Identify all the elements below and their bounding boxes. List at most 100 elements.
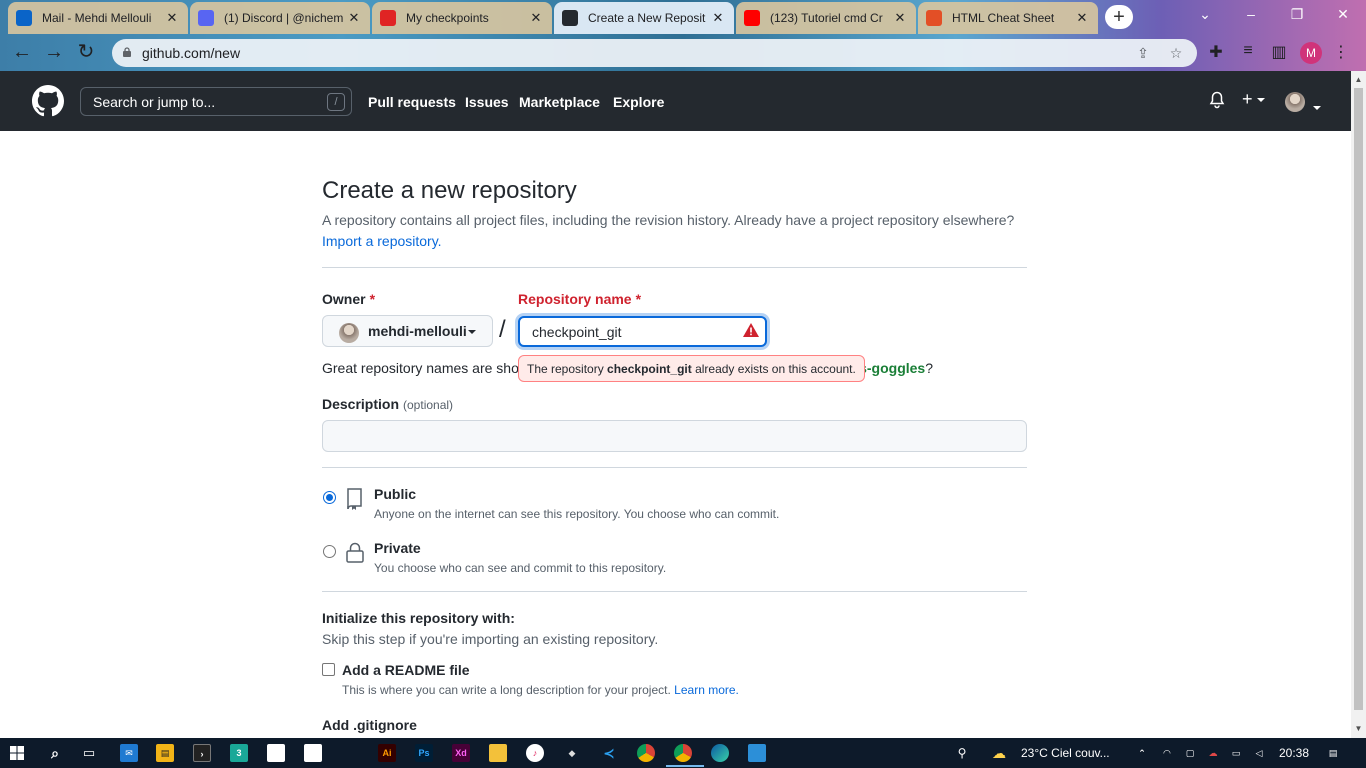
learn-more-link[interactable]: Learn more. [674, 683, 739, 697]
close-tab-icon[interactable]: ✕ [892, 10, 908, 26]
weather-icon[interactable]: ☁ [990, 744, 1008, 762]
nav-pull-requests[interactable]: Pull requests [368, 94, 456, 110]
user-menu-caret-icon[interactable] [1309, 99, 1321, 115]
divider [322, 591, 1027, 592]
clock-time[interactable]: 20:38 [1279, 746, 1309, 760]
share-icon[interactable]: ⇪ [1134, 45, 1152, 63]
private-radio[interactable] [323, 545, 336, 558]
reload-button[interactable]: ↻ [74, 41, 98, 65]
forward-button[interactable]: → [42, 41, 66, 65]
subtitle-text: A repository contains all project files,… [322, 212, 1015, 228]
browser-tab[interactable]: My checkpoints ✕ [372, 2, 552, 34]
create-new-menu[interactable]: + [1242, 89, 1265, 110]
description-input[interactable] [322, 420, 1027, 452]
volume-icon[interactable]: ◁ [1250, 744, 1268, 762]
windows-start-icon[interactable] [10, 746, 24, 760]
browser-tab[interactable]: HTML Cheat Sheet ✕ [918, 2, 1098, 34]
browser-profile-avatar[interactable]: M [1300, 42, 1322, 64]
nav-marketplace[interactable]: Marketplace [519, 94, 600, 110]
search-input[interactable]: Search or jump to... / [80, 87, 352, 116]
extensions-icon[interactable]: ✚ [1205, 42, 1227, 64]
notifications-bell-icon[interactable] [1209, 91, 1225, 109]
initialize-subtext: Skip this step if you're importing an ex… [322, 631, 659, 647]
side-panel-icon[interactable]: ▥ [1268, 42, 1290, 64]
bookmark-star-icon[interactable]: ☆ [1167, 45, 1185, 63]
close-tab-icon[interactable]: ✕ [164, 10, 180, 26]
owner-label: Owner * [322, 291, 376, 307]
meet-icon[interactable]: ▢ [1181, 744, 1199, 762]
weather-text[interactable]: 23°C Ciel couv... [1021, 746, 1110, 760]
chrome-icon[interactable] [674, 744, 692, 762]
scroll-down-icon[interactable]: ▼ [1354, 724, 1363, 733]
close-tab-icon[interactable]: ✕ [528, 10, 544, 26]
itunes-icon[interactable]: ♪ [526, 744, 544, 762]
search-shortcut-badge: / [327, 93, 345, 111]
keyboard-icon[interactable]: ▭ [1227, 744, 1245, 762]
vscode-icon[interactable]: ≺ [600, 744, 618, 762]
restore-button[interactable]: ❐ [1282, 6, 1312, 26]
wifi-icon[interactable]: ◠ [1158, 744, 1176, 762]
nav-issues[interactable]: Issues [465, 94, 509, 110]
user-avatar[interactable] [1285, 92, 1305, 112]
lock-icon [346, 542, 364, 563]
browser-tab[interactable]: (1) Discord | @nichem ✕ [190, 2, 370, 34]
illustrator-icon[interactable]: Ai [378, 744, 396, 762]
scroll-up-icon[interactable]: ▲ [1354, 75, 1363, 84]
edge-icon[interactable] [711, 744, 729, 762]
file-icon[interactable] [267, 744, 285, 762]
tab-search-icon[interactable]: ⌄ [1190, 6, 1220, 26]
app-icon[interactable]: 3 [230, 744, 248, 762]
file-icon[interactable] [304, 744, 322, 762]
file-explorer-icon[interactable] [489, 744, 507, 762]
xd-icon[interactable]: Xd [452, 744, 470, 762]
nav-explore[interactable]: Explore [613, 94, 664, 110]
onedrive-icon[interactable]: ☁ [1204, 744, 1222, 762]
add-readme-checkbox[interactable] [322, 663, 335, 676]
media-icon[interactable]: ≡ [1237, 42, 1259, 64]
owner-dropdown[interactable]: mehdi-mellouli [322, 315, 493, 347]
game-icon[interactable]: ◆ [563, 744, 581, 762]
notifications-icon[interactable]: ▤ [1324, 744, 1342, 762]
repository-name-hint: Great repository names are shor ous-gogg… [322, 360, 933, 376]
tab-title: (123) Tutoriel cmd Cr [770, 11, 883, 25]
photos-icon[interactable] [748, 744, 766, 762]
public-radio[interactable] [323, 491, 336, 504]
tab-title: Create a New Reposit [588, 11, 706, 25]
repository-name-input[interactable] [518, 316, 767, 347]
owner-avatar [339, 323, 359, 343]
page-subtitle: A repository contains all project files,… [322, 210, 1027, 252]
address-bar[interactable]: github.com/new ⇪ ☆ [112, 39, 1197, 67]
tooltip-repo-name: checkpoint_git [607, 362, 692, 376]
chrome-icon[interactable] [637, 744, 655, 762]
discord-icon [198, 10, 214, 26]
scrollbar-thumb[interactable] [1354, 88, 1363, 710]
browser-tab[interactable]: Create a New Reposit ✕ [554, 2, 734, 34]
close-tab-icon[interactable]: ✕ [1074, 10, 1090, 26]
back-button[interactable]: ← [10, 41, 34, 65]
windows-taskbar: ⌕ ▭ ✉ ▤ › 3 Ai Ps Xd ♪ ◆ ≺ ⚲ ☁ 23°C Ciel… [0, 738, 1366, 768]
search-placeholder: Search or jump to... [93, 94, 216, 110]
youtube-icon [744, 10, 760, 26]
close-tab-icon[interactable]: ✕ [710, 10, 726, 26]
close-window-button[interactable]: ✕ [1328, 6, 1358, 26]
new-tab-button[interactable]: + [1105, 5, 1133, 29]
github-logo-icon[interactable] [32, 85, 64, 117]
minimize-button[interactable]: – [1236, 6, 1266, 26]
people-icon[interactable]: ⚲ [953, 744, 971, 762]
photoshop-icon[interactable]: Ps [415, 744, 433, 762]
page-scrollbar[interactable]: ▲ ▼ [1351, 71, 1366, 738]
show-hidden-icons[interactable]: ⌃ [1133, 744, 1151, 762]
task-view-icon[interactable]: ▭ [80, 744, 98, 762]
hint-text: Great repository names are shor [322, 360, 524, 376]
add-readme-label[interactable]: Add a README file [342, 662, 470, 678]
store-icon[interactable]: ▤ [156, 744, 174, 762]
close-tab-icon[interactable]: ✕ [346, 10, 362, 26]
browser-tab[interactable]: (123) Tutoriel cmd Cr ✕ [736, 2, 916, 34]
owner-repo-separator: / [499, 316, 506, 343]
mail-icon[interactable]: ✉ [120, 744, 138, 762]
terminal-icon[interactable]: › [193, 744, 211, 762]
menu-icon[interactable]: ⋮ [1330, 42, 1352, 64]
import-repository-link[interactable]: Import a repository. [322, 233, 442, 249]
search-icon[interactable]: ⌕ [46, 744, 64, 762]
browser-tab[interactable]: Mail - Mehdi Mellouli ✕ [8, 2, 188, 34]
